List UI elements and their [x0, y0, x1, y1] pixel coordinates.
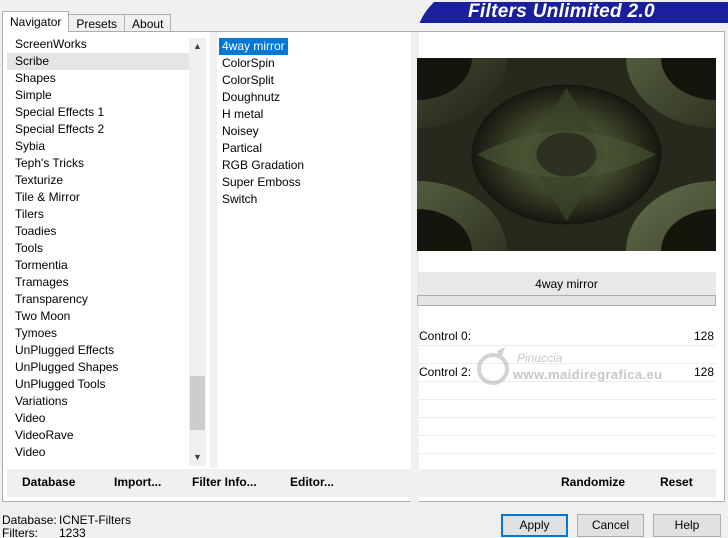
- watermark-logo-icon: [477, 347, 509, 385]
- filter-item[interactable]: Switch: [219, 191, 409, 208]
- category-item[interactable]: Toadies: [7, 223, 205, 240]
- filters-label: Filters:: [2, 526, 38, 538]
- category-item[interactable]: Texturize: [7, 172, 205, 189]
- scroll-up-icon[interactable]: ▲: [189, 38, 206, 55]
- editor-button[interactable]: Editor...: [290, 475, 334, 489]
- category-item[interactable]: Scribe: [7, 53, 205, 70]
- category-item[interactable]: Sybia: [7, 138, 205, 155]
- control-0-label: Control 0:: [419, 329, 472, 343]
- controls-area: Control 0: 128 Control 2: 128 Pinuccia w…: [417, 325, 716, 467]
- tab-about[interactable]: About: [124, 14, 172, 32]
- kaleidoscope-preview: [417, 58, 716, 251]
- filter-list[interactable]: 4way mirror ColorSpin ColorSplit Doughnutz H…: [219, 38, 409, 468]
- control-0-slider[interactable]: Control 0: 128: [417, 327, 716, 345]
- category-list[interactable]: ScreenWorks Scribe Shapes Simple Special Eff…: [7, 36, 205, 468]
- database-info: Database: ICNET-Filters Filters: 1233: [2, 514, 131, 538]
- tab-presets[interactable]: Presets: [68, 14, 126, 32]
- splitter-left: [210, 32, 217, 468]
- brand-title: Filters Unlimited 2.0: [468, 1, 655, 22]
- category-item[interactable]: Tile & Mirror: [7, 189, 205, 206]
- cancel-button[interactable]: Cancel: [577, 514, 644, 537]
- category-item[interactable]: Two Moon: [7, 308, 205, 325]
- main-panel: ScreenWorks Scribe Shapes Simple Special Eff…: [2, 31, 725, 502]
- reset-button[interactable]: Reset: [660, 475, 693, 489]
- control-0-value: 128: [693, 329, 714, 343]
- category-item[interactable]: Transparency: [7, 291, 205, 308]
- filter-item[interactable]: RGB Gradation: [219, 157, 409, 174]
- category-item[interactable]: Special Effects 1: [7, 104, 205, 121]
- scroll-thumb[interactable]: [190, 376, 205, 430]
- database-button[interactable]: Database: [22, 475, 75, 489]
- watermark: Pinuccia www.maidiregrafica.eu: [475, 347, 675, 397]
- category-item[interactable]: UnPlugged Effects: [7, 342, 205, 359]
- filter-item[interactable]: ColorSpin: [219, 55, 409, 72]
- category-item[interactable]: Teph's Tricks: [7, 155, 205, 172]
- help-button[interactable]: Help: [653, 514, 721, 537]
- category-item[interactable]: Tools: [7, 240, 205, 257]
- category-item[interactable]: UnPlugged Shapes: [7, 359, 205, 376]
- right-button-strip: Randomize Reset: [417, 469, 716, 497]
- filter-name-label: 4way mirror: [417, 272, 716, 296]
- category-item[interactable]: Video: [7, 444, 205, 461]
- left-button-strip: Database Import... Filter Info... Editor…: [7, 469, 411, 497]
- category-item[interactable]: Tymoes: [7, 325, 205, 342]
- category-scrollbar[interactable]: ▲ ▼: [189, 38, 206, 466]
- category-item[interactable]: Tramages: [7, 274, 205, 291]
- filter-item[interactable]: Noisey: [219, 123, 409, 140]
- category-item[interactable]: Variations: [7, 393, 205, 410]
- category-item[interactable]: Tilers: [7, 206, 205, 223]
- category-item[interactable]: Simple: [7, 87, 205, 104]
- tab-navigator[interactable]: Navigator: [2, 11, 70, 32]
- preview-image: [417, 58, 716, 251]
- filter-item[interactable]: 4way mirror: [219, 38, 288, 55]
- control-2-label: Control 2:: [419, 365, 472, 379]
- filter-item[interactable]: H metal: [219, 106, 409, 123]
- progress-bar: [417, 295, 716, 306]
- brand-banner: Filters Unlimited 2.0: [420, 0, 728, 24]
- category-item[interactable]: UnPlugged Tools: [7, 376, 205, 393]
- category-item[interactable]: Special Effects 2: [7, 121, 205, 138]
- watermark-name: Pinuccia: [517, 351, 563, 365]
- tab-bar: Navigator Presets About: [2, 11, 172, 32]
- control-2-value: 128: [693, 365, 714, 379]
- filter-info-button[interactable]: Filter Info...: [192, 475, 257, 489]
- randomize-button[interactable]: Randomize: [561, 475, 625, 489]
- watermark-url: www.maidiregrafica.eu: [513, 367, 663, 382]
- category-item[interactable]: ScreenWorks: [7, 36, 205, 53]
- filters-count: 1233: [59, 526, 86, 538]
- category-item[interactable]: Video: [7, 410, 205, 427]
- category-item[interactable]: VideoRave: [7, 427, 205, 444]
- filter-item[interactable]: Super Emboss: [219, 174, 409, 191]
- category-item[interactable]: Shapes: [7, 70, 205, 87]
- category-item[interactable]: Tormentia: [7, 257, 205, 274]
- scroll-down-icon[interactable]: ▼: [189, 449, 206, 466]
- filter-item[interactable]: Partical: [219, 140, 409, 157]
- filter-item[interactable]: Doughnutz: [219, 89, 409, 106]
- apply-button[interactable]: Apply: [501, 514, 568, 537]
- import-button[interactable]: Import...: [114, 475, 161, 489]
- filter-item[interactable]: ColorSplit: [219, 72, 409, 89]
